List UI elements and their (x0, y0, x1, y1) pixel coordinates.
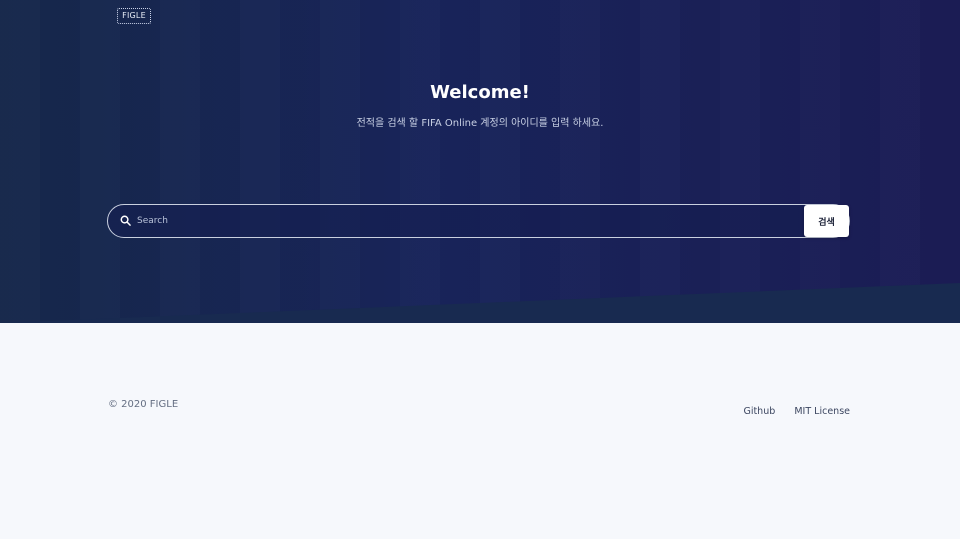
logo-link[interactable]: FIGLE (117, 8, 151, 24)
search-icon (120, 215, 131, 226)
page-title: Welcome! (430, 82, 530, 103)
hero-background-pattern (0, 0, 960, 323)
search-bar (107, 204, 850, 238)
search-input[interactable] (137, 211, 797, 231)
page-subtitle: 전적을 검색 할 FIFA Online 계정의 아이디를 입력 하세요. (356, 118, 604, 129)
footer-links: Github MIT License (729, 399, 850, 418)
hero-section: FIGLE Welcome! 전적을 검색 할 FIFA Online 계정의 … (0, 0, 960, 323)
github-link[interactable]: Github (743, 406, 775, 417)
footer-copyright: © 2020 FIGLE (108, 399, 179, 410)
license-link[interactable]: MIT License (794, 406, 850, 417)
search-button[interactable]: 검색 (804, 205, 849, 237)
